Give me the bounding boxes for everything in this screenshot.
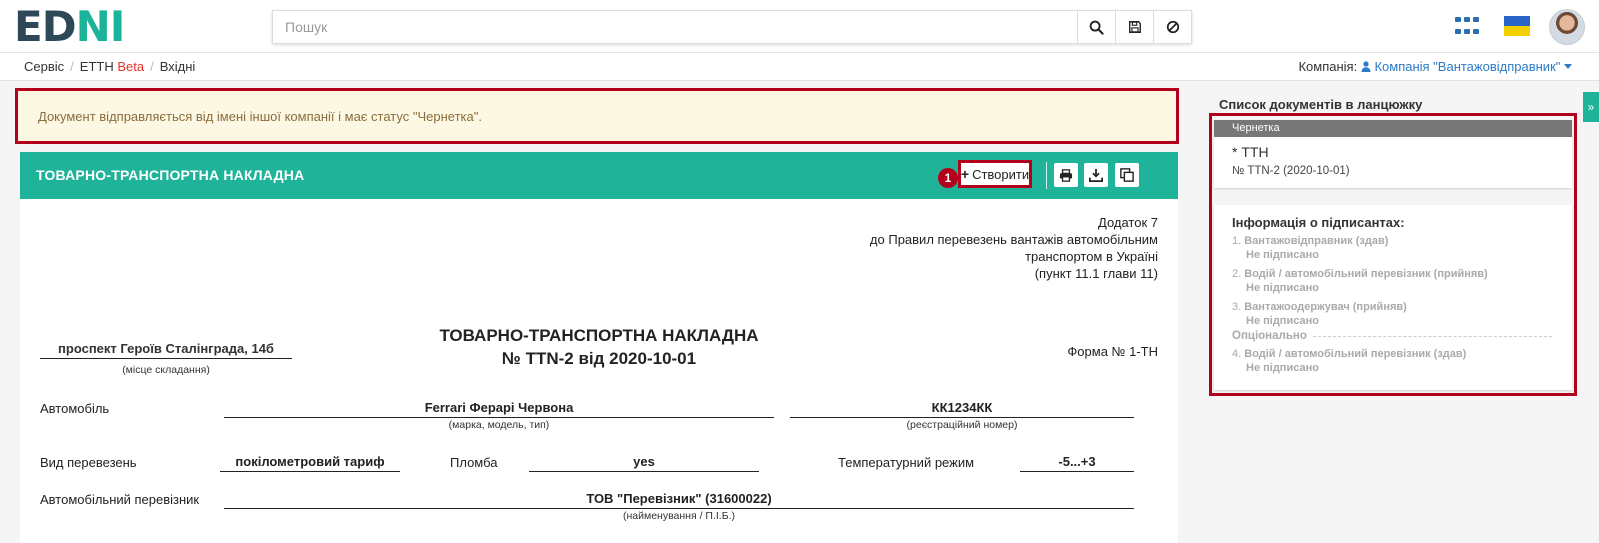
document-header-title: ТОВАРНО-ТРАНСПОРТНА НАКЛАДНА: [36, 167, 305, 183]
chain-document-number: № TTN-2 (2020-10-01): [1232, 165, 1350, 177]
chain-document-name: * ТТН: [1232, 144, 1269, 160]
temperature-label: Температурний режим: [838, 455, 975, 470]
plus-icon: +: [960, 166, 970, 182]
create-button[interactable]: + Створити: [958, 160, 1032, 188]
car-label: Автомобіль: [40, 401, 110, 416]
status-alert: Документ відправляється від імені іншої …: [15, 88, 1179, 144]
top-bar: ED NI: [0, 0, 1599, 53]
search-button[interactable]: [1077, 11, 1115, 43]
signer-index: 3.: [1232, 301, 1242, 313]
form-number: Форма № 1-ТН: [1067, 344, 1158, 359]
search-icon: [1089, 20, 1104, 35]
appendix-line: (пункт 11.1 глави 11): [1034, 266, 1158, 281]
signer-role: Вантажоодержувач (прийняв): [1244, 301, 1407, 313]
registration-caption: (реєстраційний номер): [906, 419, 1018, 431]
signer-index: 1.: [1232, 235, 1242, 247]
alert-text: Документ відправляється від імені іншої …: [38, 108, 482, 124]
temperature-value: -5...+3: [1020, 454, 1134, 472]
signer-item: 2. Водій / автомобільний перевізник (при…: [1232, 267, 1488, 295]
company-dropdown[interactable]: Компанія "Вантажовідправник": [1361, 59, 1572, 74]
beta-label: Beta: [117, 59, 145, 74]
breadcrumb-incoming: Вхідні: [159, 59, 196, 74]
breadcrumb: Сервіс / ЕТТН Beta / Вхідні: [24, 59, 195, 74]
carrier-label: Автомобільний перевізник: [40, 492, 200, 507]
signer-index: 2.: [1232, 268, 1242, 280]
user-icon: [1361, 61, 1371, 72]
chain-document-card[interactable]: Чернетка * ТТН № TTN-2 (2020-10-01): [1214, 120, 1572, 188]
signer-item: 1. Вантажовідправник (здав) Не підписано: [1232, 234, 1388, 262]
signers-card: Інформація о підписантах: 1. Вантажовідп…: [1214, 205, 1572, 390]
breadcrumb-separator: /: [70, 59, 74, 74]
appendix-block: Додаток 7 до Правил перевезень вантажів …: [870, 214, 1158, 282]
company-label: Компанія:: [1298, 59, 1358, 74]
caret-down-icon: [1564, 64, 1572, 69]
ukraine-flag-icon[interactable]: [1504, 16, 1530, 36]
sidebar-toggle-button[interactable]: »: [1583, 92, 1599, 122]
header-divider: [1046, 162, 1047, 189]
user-avatar[interactable]: [1549, 9, 1585, 45]
edi-logo[interactable]: ED NI: [14, 2, 126, 51]
appendix-line: Додаток 7: [1098, 215, 1158, 230]
transport-type-label: Вид перевезень: [40, 455, 137, 470]
appendix-line: транспортом в Україні: [1025, 249, 1158, 264]
place-value: проспект Героїв Сталінграда, 14б: [40, 341, 292, 359]
signer-role: Водій / автомобільний перевізник (прийня…: [1244, 268, 1488, 280]
company-name: Компанія "Вантажовідправник": [1374, 59, 1561, 74]
search-bar: [272, 10, 1192, 44]
breadcrumb-service[interactable]: Сервіс: [24, 59, 64, 74]
optional-label: Опціонально: [1232, 330, 1307, 342]
signer-item: 4. Водій / автомобільний перевізник (зда…: [1232, 347, 1466, 375]
carrier-value: ТОВ "Перевізник" (31600022): [224, 491, 1134, 509]
car-value: Ferrari Ферарі Червона: [224, 400, 774, 418]
car-caption: (марка, модель, тип): [448, 419, 550, 431]
signer-role: Водій / автомобільний перевізник (здав): [1244, 348, 1467, 360]
signer-role: Вантажовідправник (здав): [1244, 235, 1389, 247]
chain-list-title: Список документів в ланцюжку: [1219, 97, 1423, 112]
transport-type-value: покілометровий тариф: [220, 454, 400, 472]
divider-line: [1312, 335, 1552, 337]
print-button[interactable]: [1054, 163, 1078, 187]
ban-icon: [1166, 20, 1179, 34]
document-header: ТОВАРНО-ТРАНСПОРТНА НАКЛАДНА 1 + Створит…: [20, 152, 1178, 199]
save-search-button[interactable]: [1115, 11, 1153, 43]
copy-icon: [1120, 168, 1134, 182]
breadcrumb-bar: Сервіс / ЕТТН Beta / Вхідні Компанія: Ко…: [0, 53, 1599, 81]
appendix-line: до Правил перевезень вантажів автомобіль…: [869, 232, 1158, 247]
company-selector: Компанія: Компанія "Вантажовідправник": [1298, 59, 1572, 74]
carrier-caption: (найменування / П.І.Б.): [622, 510, 736, 522]
signer-item: 3. Вантажоодержувач (прийняв) Не підписа…: [1232, 300, 1407, 328]
search-input[interactable]: [273, 11, 1077, 43]
apps-grid-icon[interactable]: [1455, 17, 1479, 37]
signer-index: 4.: [1232, 348, 1242, 360]
clear-search-button[interactable]: [1153, 11, 1191, 43]
create-button-label: Створити: [972, 166, 1030, 182]
optional-divider: Опціонально: [1232, 330, 1552, 342]
document-status-badge: Чернетка: [1214, 120, 1572, 137]
seal-value: yes: [529, 454, 759, 472]
place-caption: (місце складання): [122, 364, 210, 376]
seal-label: Пломба: [450, 455, 498, 470]
download-icon: [1089, 168, 1103, 182]
download-button[interactable]: [1084, 163, 1108, 187]
step-badge: 1: [938, 168, 958, 188]
logo-text-ni: NI: [75, 2, 126, 51]
logo-text-ed: ED: [14, 2, 77, 51]
signer-state: Не підписано: [1246, 282, 1319, 294]
breadcrumb-ettn[interactable]: ЕТТН Beta: [80, 59, 144, 74]
signer-state: Не підписано: [1246, 315, 1319, 327]
breadcrumb-ettn-label: ЕТТН: [79, 59, 114, 74]
registration-value: КК1234КК: [790, 400, 1134, 418]
floppy-disk-icon: [1128, 21, 1141, 33]
copy-button[interactable]: [1115, 163, 1139, 187]
signers-title: Інформація о підписантах:: [1232, 215, 1405, 230]
document-body: Додаток 7 до Правил перевезень вантажів …: [20, 199, 1178, 543]
document-panel: ТОВАРНО-ТРАНСПОРТНА НАКЛАДНА 1 + Створит…: [20, 152, 1178, 543]
signer-state: Не підписано: [1246, 249, 1319, 261]
signer-state: Не підписано: [1246, 362, 1319, 374]
print-icon: [1059, 168, 1073, 182]
breadcrumb-separator: /: [150, 59, 154, 74]
